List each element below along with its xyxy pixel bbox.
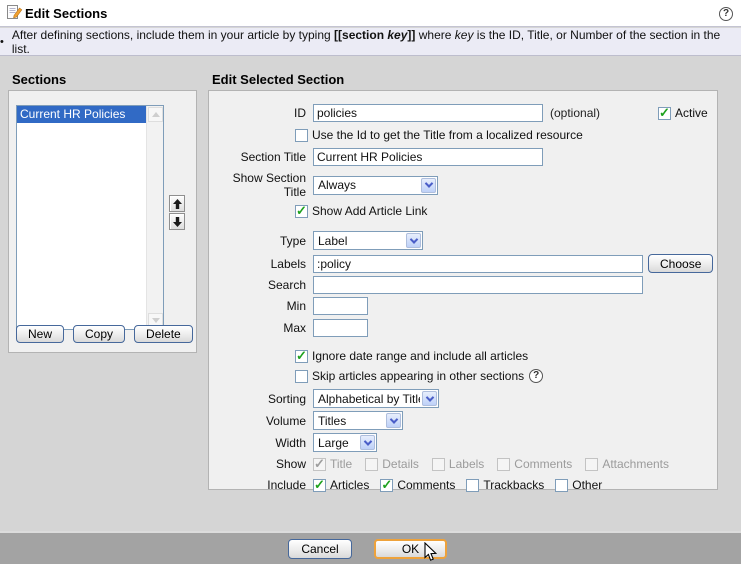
edit-sections-dialog: Edit Sections ? • After defining section… — [0, 0, 741, 564]
checkbox-labels: Labels — [432, 457, 484, 471]
checkbox-box — [313, 458, 326, 471]
labels-input[interactable] — [313, 255, 643, 273]
show-label: Show — [209, 457, 313, 471]
checkbox-details: Details — [365, 457, 419, 471]
show-options: Title Details Labels Comments Attachments — [313, 457, 669, 471]
include-label: Include — [209, 478, 313, 492]
localized-resource-checkbox[interactable]: Use the Id to get the Title from a local… — [295, 128, 583, 142]
help-icon[interactable]: ? — [719, 7, 733, 21]
delete-button[interactable]: Delete — [134, 325, 193, 343]
skip-articles-checkbox[interactable]: Skip articles appearing in other section… — [295, 369, 524, 383]
bullet-icon: • — [0, 36, 4, 48]
search-input[interactable] — [313, 276, 643, 294]
checkbox-label: Title — [330, 457, 352, 471]
id-label: ID — [209, 106, 313, 120]
chevron-down-icon — [406, 233, 421, 248]
checkbox-box — [585, 458, 598, 471]
volume-select[interactable]: Titles — [313, 411, 403, 430]
page-title: Edit Sections — [25, 6, 107, 21]
sorting-select[interactable]: Alphabetical by Title — [313, 389, 439, 408]
skip-help-icon[interactable]: ? — [529, 369, 543, 383]
checkbox-attachments: Attachments — [585, 457, 669, 471]
checkbox-title: Title — [313, 457, 352, 471]
width-select[interactable]: Large — [313, 433, 377, 452]
move-up-button[interactable] — [169, 195, 185, 212]
checkbox-box — [365, 458, 378, 471]
chevron-down-icon — [360, 435, 375, 450]
checkbox-trackbacks[interactable]: Trackbacks — [466, 478, 544, 492]
min-input[interactable] — [313, 297, 368, 315]
max-label: Max — [209, 321, 313, 335]
max-input[interactable] — [313, 319, 368, 337]
show-section-title-select[interactable]: Always — [313, 176, 438, 195]
footer-bar: Cancel OK — [0, 531, 741, 564]
arrow-down-icon — [173, 217, 182, 227]
title-bar: Edit Sections ? — [0, 0, 741, 27]
cancel-button[interactable]: Cancel — [288, 539, 352, 559]
sections-heading: Sections — [12, 72, 66, 87]
type-label: Type — [209, 234, 313, 248]
active-checkbox[interactable]: Active — [658, 106, 708, 120]
checkbox-other[interactable]: Other — [555, 478, 602, 492]
checkbox-label: Details — [382, 457, 419, 471]
show-section-title-label: Show Section Title — [209, 171, 313, 199]
width-label: Width — [209, 436, 313, 450]
checkbox-box — [432, 458, 445, 471]
checkbox-box[interactable] — [466, 479, 479, 492]
type-select[interactable]: Label — [313, 231, 423, 250]
checkbox-comments[interactable]: Comments — [380, 478, 455, 492]
checkbox-box[interactable] — [313, 479, 326, 492]
checkbox-box[interactable] — [380, 479, 393, 492]
labels-label: Labels — [209, 257, 313, 271]
checkbox-label: Attachments — [602, 457, 669, 471]
optional-hint: (optional) — [550, 106, 600, 120]
section-title-label: Section Title — [209, 150, 313, 164]
sections-panel: Current HR Policies New Copy Delete — [8, 90, 197, 353]
checkbox-articles[interactable]: Articles — [313, 478, 369, 492]
checkbox-comments: Comments — [497, 457, 572, 471]
new-button[interactable]: New — [16, 325, 64, 343]
choose-button[interactable]: Choose — [648, 254, 713, 273]
list-item[interactable]: Current HR Policies — [17, 106, 146, 123]
edit-page-icon — [6, 4, 23, 24]
section-title-input[interactable] — [313, 148, 543, 166]
move-down-button[interactable] — [169, 213, 185, 230]
active-label: Active — [675, 106, 708, 120]
scroll-up-icon[interactable] — [148, 107, 163, 122]
min-label: Min — [209, 299, 313, 313]
volume-label: Volume — [209, 414, 313, 428]
edit-section-heading: Edit Selected Section — [212, 72, 344, 87]
checkbox-label: Comments — [397, 478, 455, 492]
notice-bar: • After defining sections, include them … — [0, 28, 741, 56]
chevron-down-icon — [422, 391, 437, 406]
edit-section-panel: ID (optional) Active Use the Id to get t… — [208, 90, 718, 490]
arrow-up-icon — [173, 199, 182, 209]
chevron-down-icon — [421, 178, 436, 193]
checkbox-label: Comments — [514, 457, 572, 471]
id-input[interactable] — [313, 104, 543, 122]
checkbox-label: Other — [572, 478, 602, 492]
checkbox-label: Trackbacks — [483, 478, 544, 492]
include-options: Articles Comments Trackbacks Other — [313, 478, 602, 492]
listbox-scrollbar[interactable] — [146, 106, 163, 329]
checkbox-box — [497, 458, 510, 471]
checkbox-label: Articles — [330, 478, 369, 492]
ignore-date-range-checkbox[interactable]: Ignore date range and include all articl… — [295, 349, 528, 363]
checkbox-box[interactable] — [555, 479, 568, 492]
copy-button[interactable]: Copy — [73, 325, 125, 343]
ok-button[interactable]: OK — [374, 539, 447, 559]
chevron-down-icon — [386, 413, 401, 428]
show-add-article-checkbox[interactable]: Show Add Article Link — [295, 204, 427, 218]
sections-listbox[interactable]: Current HR Policies — [16, 105, 164, 330]
search-label: Search — [209, 278, 313, 292]
active-checkbox-box[interactable] — [658, 107, 671, 120]
checkbox-label: Labels — [449, 457, 484, 471]
notice-text: After defining sections, include them in… — [12, 28, 741, 56]
sorting-label: Sorting — [209, 392, 313, 406]
